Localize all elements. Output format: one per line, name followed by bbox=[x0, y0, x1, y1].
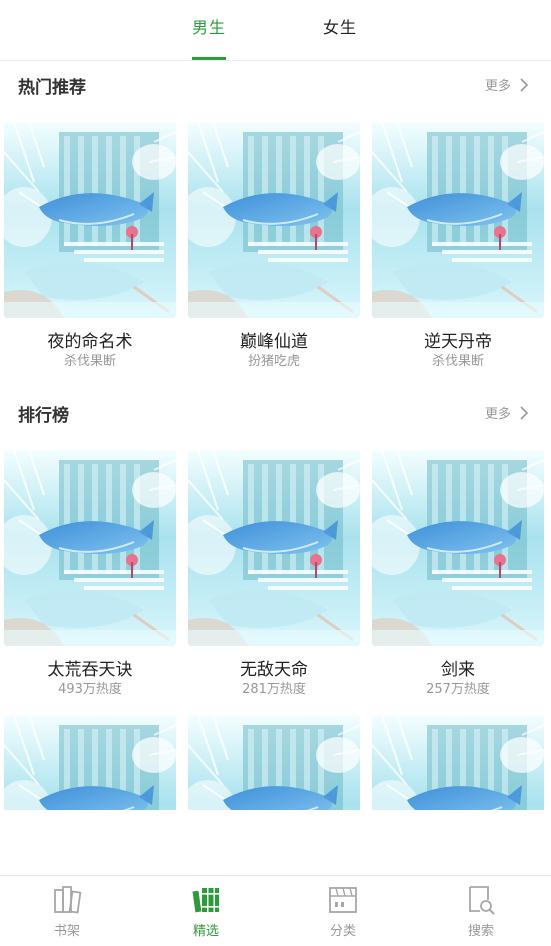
book-cover[interactable] bbox=[372, 122, 544, 318]
section-title-hot: 热门推荐 bbox=[18, 78, 86, 98]
book-cover-partial[interactable] bbox=[372, 715, 544, 810]
book-title: 逆天丹帝 bbox=[424, 332, 492, 352]
bookshelf-icon bbox=[54, 886, 82, 914]
top-tabs: 男生 女生 bbox=[0, 0, 551, 61]
book-title: 巅峰仙道 bbox=[240, 332, 308, 352]
book-cover[interactable] bbox=[188, 715, 360, 810]
book-cover[interactable] bbox=[372, 450, 544, 646]
book-heat: 281万热度 bbox=[242, 682, 306, 697]
more-hot-link[interactable]: 更多 bbox=[485, 75, 531, 94]
tab-male[interactable]: 男生 bbox=[169, 16, 249, 60]
book-cover[interactable] bbox=[4, 450, 176, 646]
book-author: 扮猪吃虎 bbox=[247, 354, 300, 369]
bottom-nav: 书架 精选 分类 搜索 bbox=[0, 875, 551, 946]
book-cover[interactable] bbox=[372, 715, 544, 810]
chevron-right-icon bbox=[520, 77, 529, 92]
nav-label-search: 搜索 bbox=[467, 924, 494, 939]
book-title: 无敌天命 bbox=[240, 660, 308, 680]
nav-shelf[interactable]: 书架 bbox=[27, 884, 107, 939]
active-tab-indicator bbox=[192, 57, 226, 60]
category-icon bbox=[329, 887, 357, 913]
featured-books-icon bbox=[192, 888, 219, 913]
nav-label-category: 分类 bbox=[329, 924, 356, 939]
section-rank-header: 排行榜 更多 bbox=[0, 401, 551, 431]
more-label: 更多 bbox=[484, 407, 511, 422]
book-title: 剑来 bbox=[441, 660, 475, 680]
book-author: 杀伐果断 bbox=[63, 354, 116, 369]
book-card[interactable]: 巅峰仙道 扮猪吃虎 bbox=[188, 122, 360, 370]
nav-label-featured: 精选 bbox=[192, 924, 219, 939]
book-title: 太荒吞天诀 bbox=[47, 660, 133, 680]
book-cover[interactable] bbox=[4, 122, 176, 318]
nav-featured[interactable]: 精选 bbox=[166, 884, 246, 939]
book-heat: 493万热度 bbox=[58, 682, 122, 697]
book-cover-partial[interactable] bbox=[188, 715, 360, 810]
nav-label-shelf: 书架 bbox=[53, 924, 80, 939]
section-title-rank: 排行榜 bbox=[18, 406, 69, 426]
more-rank-link[interactable]: 更多 bbox=[485, 403, 531, 422]
book-title: 夜的命名术 bbox=[47, 332, 133, 352]
chevron-right-icon bbox=[520, 405, 529, 420]
book-cover[interactable] bbox=[4, 715, 176, 810]
book-cover[interactable] bbox=[188, 450, 360, 646]
book-cover[interactable] bbox=[188, 122, 360, 318]
book-card[interactable]: 太荒吞天诀 493万热度 bbox=[4, 450, 176, 698]
tab-female[interactable]: 女生 bbox=[300, 16, 380, 60]
nav-category[interactable]: 分类 bbox=[303, 884, 383, 939]
book-author: 杀伐果断 bbox=[431, 354, 484, 369]
search-book-icon bbox=[469, 886, 495, 915]
section-hot-header: 热门推荐 更多 bbox=[0, 73, 551, 103]
book-cover-partial[interactable] bbox=[4, 715, 176, 810]
book-card[interactable]: 逆天丹帝 杀伐果断 bbox=[372, 122, 544, 370]
book-heat: 257万热度 bbox=[426, 682, 490, 697]
book-card[interactable]: 无敌天命 281万热度 bbox=[188, 450, 360, 698]
book-card[interactable]: 剑来 257万热度 bbox=[372, 450, 544, 698]
more-label: 更多 bbox=[484, 79, 511, 94]
nav-search[interactable]: 搜索 bbox=[441, 884, 521, 939]
book-card[interactable]: 夜的命名术 杀伐果断 bbox=[4, 122, 176, 370]
